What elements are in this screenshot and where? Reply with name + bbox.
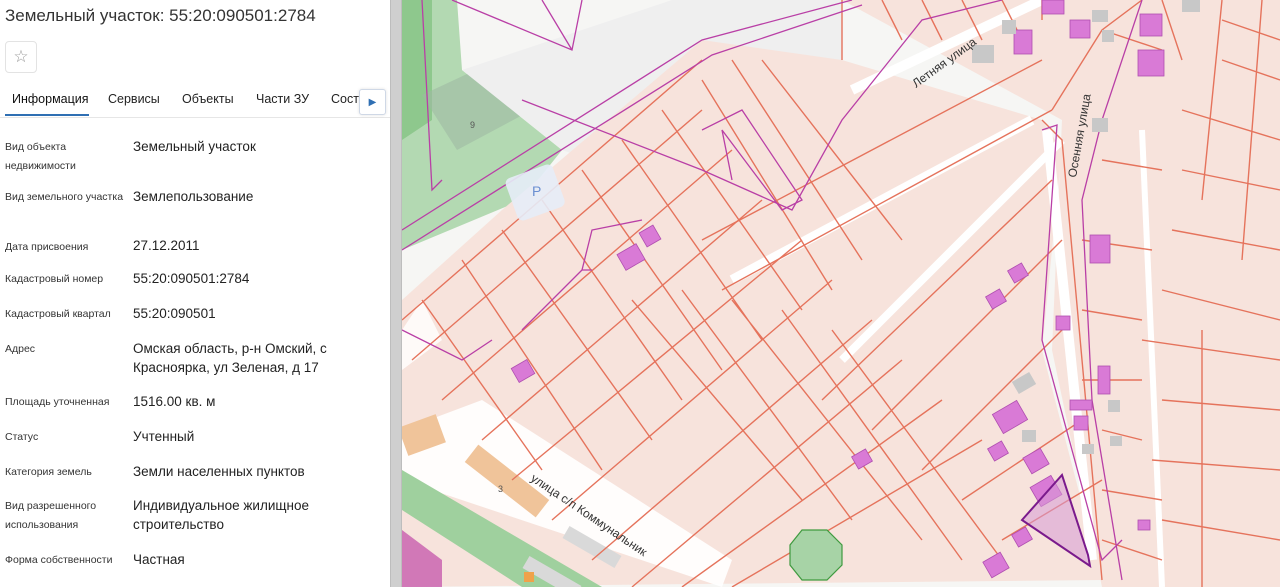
field-label: Категория земель: [5, 466, 92, 478]
field-value: Земельный участок: [133, 139, 256, 154]
active-tab-indicator: [5, 114, 89, 116]
field-value: Частная: [133, 552, 185, 567]
page-title: Земельный участок: 55:20:090501:2784: [5, 6, 316, 25]
field-value: Учтенный: [133, 429, 195, 444]
field-value: Индивидуальное жилищное строительство: [133, 498, 309, 532]
green-area: [789, 529, 843, 581]
field-value: 55:20:090501: [133, 306, 216, 321]
field-label: Вид разрешенного использования: [5, 500, 97, 531]
star-outline-icon: ☆: [13, 47, 29, 66]
field-label: Дата присвоения: [5, 241, 89, 253]
tab-bar: Информация Сервисы Объекты Части ЗУ Сост…: [0, 83, 390, 118]
field-value: 1516.00 кв. м: [133, 394, 216, 409]
panel-resize-handle[interactable]: [390, 0, 402, 587]
map-canvas[interactable]: P 9 3 Летняя улица Осенняя улица улица с…: [402, 0, 1280, 587]
building-number: 9: [470, 120, 475, 130]
tab-services[interactable]: Сервисы: [108, 92, 160, 106]
field-value: 27.12.2011: [133, 238, 200, 253]
field-value: 55:20:090501:2784: [133, 271, 250, 286]
tab-objects[interactable]: Объекты: [182, 92, 234, 106]
building-number: 3: [498, 484, 503, 494]
map-marker: [524, 572, 534, 582]
tab-parts[interactable]: Части ЗУ: [256, 92, 309, 106]
field-label: Форма собственности: [5, 554, 113, 566]
favorite-button[interactable]: ☆: [5, 41, 37, 73]
field-label: Кадастровый номер: [5, 273, 104, 285]
info-panel: Земельный участок: 55:20:090501:2784 ☆ И…: [0, 0, 390, 587]
tab-information[interactable]: Информация: [12, 92, 89, 106]
field-value: Земли населенных пунктов: [133, 464, 305, 479]
field-label: Вид земельного участка: [5, 191, 124, 203]
tabs-scroll-right-button[interactable]: ▶: [359, 89, 386, 115]
field-label: Статус: [5, 431, 39, 443]
field-label: Адрес: [5, 343, 36, 355]
field-label: Кадастровый квартал: [5, 308, 111, 320]
field-label: Вид объекта недвижимости: [5, 141, 76, 172]
field-value: Омская область, р-н Омский, с Красноярка…: [133, 341, 327, 375]
cadastral-map[interactable]: P 9 3 Летняя улица Осенняя улица улица с…: [402, 0, 1280, 587]
green-area: [402, 0, 432, 140]
field-label: Площадь уточненная: [5, 396, 110, 408]
field-value: Землепользование: [133, 189, 254, 204]
parking-label: P: [532, 183, 541, 199]
chevron-right-icon: ▶: [368, 96, 377, 108]
